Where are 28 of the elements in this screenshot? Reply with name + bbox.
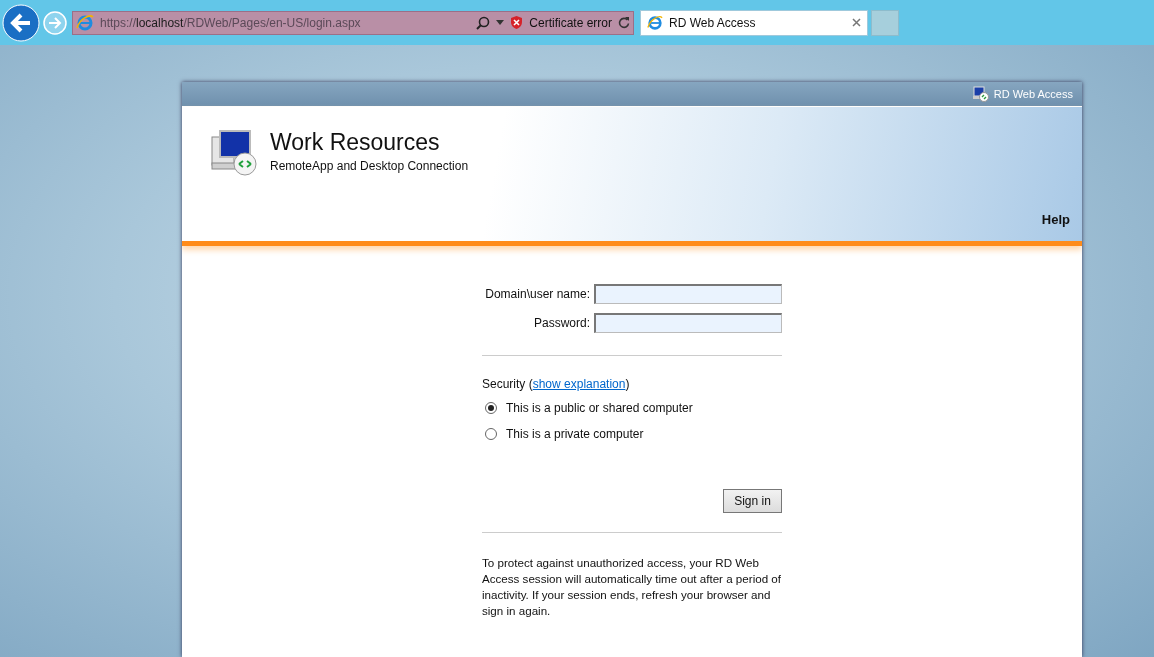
browser-logo-icon	[76, 13, 94, 32]
help-link[interactable]: Help	[1041, 212, 1070, 227]
url-text: https://localhost/RDWeb/Pages/en-US/login.aspx	[100, 15, 362, 30]
search-icon[interactable]	[476, 15, 491, 30]
browser-logo-icon	[647, 14, 663, 31]
sign-in-button[interactable]: Sign in	[723, 489, 782, 513]
input-field[interactable]	[594, 313, 782, 333]
error-shield-icon[interactable]	[510, 16, 524, 29]
address-bar[interactable]: https://localhost/RDWeb/Pages/en-US/login.aspx Certificate error	[72, 10, 634, 35]
field-label: Password:	[533, 316, 590, 330]
refresh-icon[interactable]	[618, 16, 630, 29]
radio-label[interactable]: This is a private computer	[506, 427, 644, 441]
close-icon[interactable]	[852, 18, 861, 27]
page-subtitle: RemoteApp and Desktop Connection	[270, 159, 469, 173]
session-timeout-notice: To protect against unauthorized access, your RD Web Access session will automatically time out after a period of inactivity. If your session ends, refresh your browser and sign in again.	[482, 555, 782, 619]
caret-icon[interactable]	[496, 20, 505, 25]
top-bar-title: RD Web Access	[993, 88, 1073, 100]
back-icon[interactable]	[2, 3, 40, 42]
security-text: Security (show explanation)	[482, 377, 631, 391]
field-label: Domain\user name:	[485, 287, 590, 301]
radio-button[interactable]	[485, 402, 497, 414]
radio-button[interactable]	[485, 428, 497, 440]
certificate-error-label[interactable]: Certificate error	[529, 15, 612, 30]
browser-tab[interactable]: RD Web Access	[640, 9, 868, 36]
radio-label[interactable]: This is a public or shared computer	[506, 401, 693, 415]
remote-desktop-icon	[972, 86, 989, 102]
input-field[interactable]	[594, 284, 782, 304]
page-title: Work Resources	[270, 129, 441, 156]
